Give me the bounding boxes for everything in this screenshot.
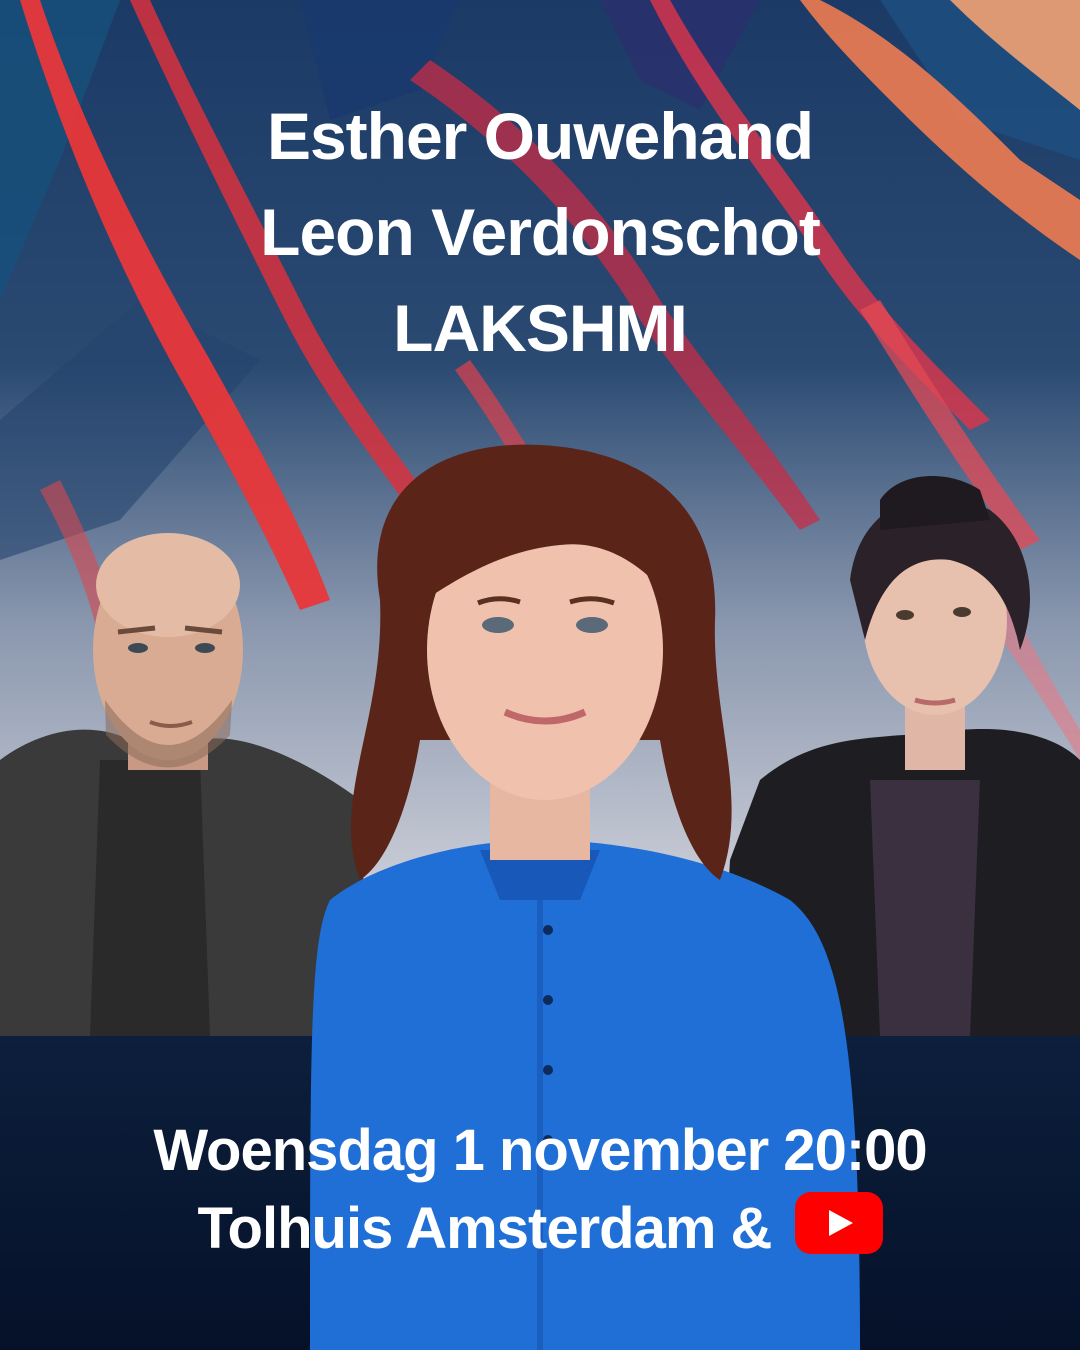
event-info: Woensdag 1 november 20:00 Tolhuis Amster… — [0, 1112, 1080, 1274]
event-poster: Esther Ouwehand Leon Verdonschot LAKSHMI… — [0, 0, 1080, 1350]
event-location: Tolhuis Amsterdam & — [197, 1196, 772, 1261]
event-location-line: Tolhuis Amsterdam & — [0, 1190, 1080, 1274]
youtube-play-icon — [794, 1192, 883, 1274]
speaker-names: Esther Ouwehand Leon Verdonschot LAKSHMI — [0, 88, 1080, 376]
event-datetime: Woensdag 1 november 20:00 — [153, 1118, 927, 1183]
speaker-name-3: LAKSHMI — [393, 291, 688, 365]
speaker-name-1: Esther Ouwehand — [266, 99, 814, 173]
speaker-name-2: Leon Verdonschot — [260, 195, 821, 269]
portrait-left-man — [0, 533, 370, 1036]
